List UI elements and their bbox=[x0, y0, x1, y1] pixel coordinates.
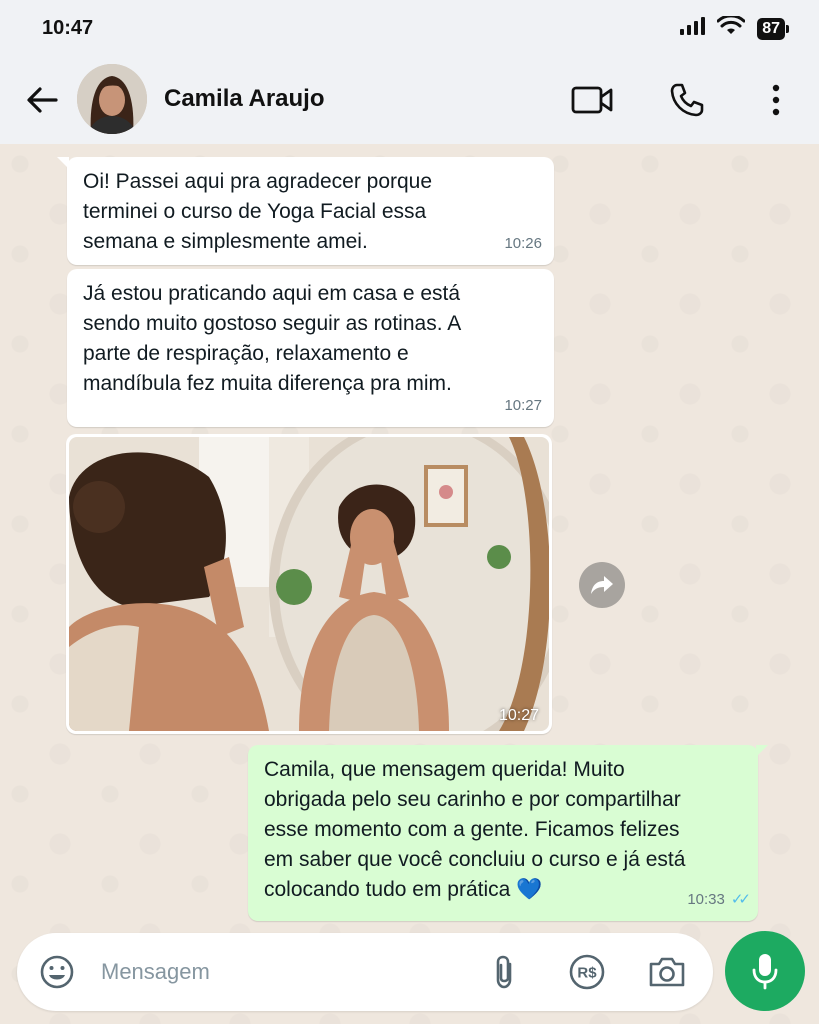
chat-header: Camila Araujo bbox=[0, 58, 819, 144]
contact-name[interactable]: Camila Araujo bbox=[164, 85, 325, 113]
emoji-icon[interactable] bbox=[35, 950, 79, 994]
status-bar: 10:47 87 bbox=[0, 0, 819, 58]
message-text: Já estou praticando aqui em casa e está … bbox=[83, 282, 462, 395]
message-composer: R$ bbox=[17, 933, 713, 1011]
image-message[interactable]: 10:27 bbox=[66, 434, 552, 734]
phone-icon[interactable] bbox=[665, 78, 709, 122]
message-input[interactable] bbox=[101, 953, 441, 991]
message-bubble-outgoing[interactable]: Camila, que mensagem querida! Muito obri… bbox=[248, 745, 768, 921]
message-meta: 10:33 ✓✓ bbox=[687, 885, 751, 915]
message-bubble-incoming[interactable]: Oi! Passei aqui pra agradecer porque ter… bbox=[57, 157, 554, 265]
read-receipt-icon: ✓✓ bbox=[730, 891, 751, 908]
message-text: Oi! Passei aqui pra agradecer porque ter… bbox=[83, 170, 433, 253]
back-arrow-icon[interactable] bbox=[22, 80, 62, 120]
status-icons: 87 bbox=[679, 14, 789, 41]
more-vert-icon[interactable] bbox=[754, 78, 798, 122]
message-time: 10:26 bbox=[504, 235, 542, 252]
mic-icon bbox=[752, 954, 778, 990]
signal-icon bbox=[679, 16, 706, 41]
message-time: 10:27 bbox=[504, 397, 542, 414]
message-bubble-incoming[interactable]: Já estou praticando aqui em casa e está … bbox=[67, 269, 554, 427]
wifi-icon bbox=[716, 14, 746, 41]
battery-indicator: 87 bbox=[757, 17, 789, 40]
payment-icon[interactable]: R$ bbox=[565, 950, 609, 994]
forward-icon[interactable] bbox=[579, 562, 625, 608]
camera-icon[interactable] bbox=[645, 950, 689, 994]
attach-icon[interactable] bbox=[482, 950, 526, 994]
message-time: 10:33 bbox=[687, 891, 725, 908]
avatar[interactable] bbox=[77, 64, 147, 134]
payment-label: R$ bbox=[577, 965, 597, 982]
mic-button[interactable] bbox=[725, 931, 805, 1011]
video-call-icon[interactable] bbox=[570, 78, 614, 122]
status-time: 10:47 bbox=[42, 17, 94, 39]
message-photo[interactable]: 10:27 bbox=[69, 437, 549, 731]
chat-area[interactable]: Oi! Passei aqui pra agradecer porque ter… bbox=[0, 144, 819, 1024]
message-text: Camila, que mensagem querida! Muito obri… bbox=[264, 758, 686, 901]
message-time: 10:27 bbox=[498, 707, 539, 724]
